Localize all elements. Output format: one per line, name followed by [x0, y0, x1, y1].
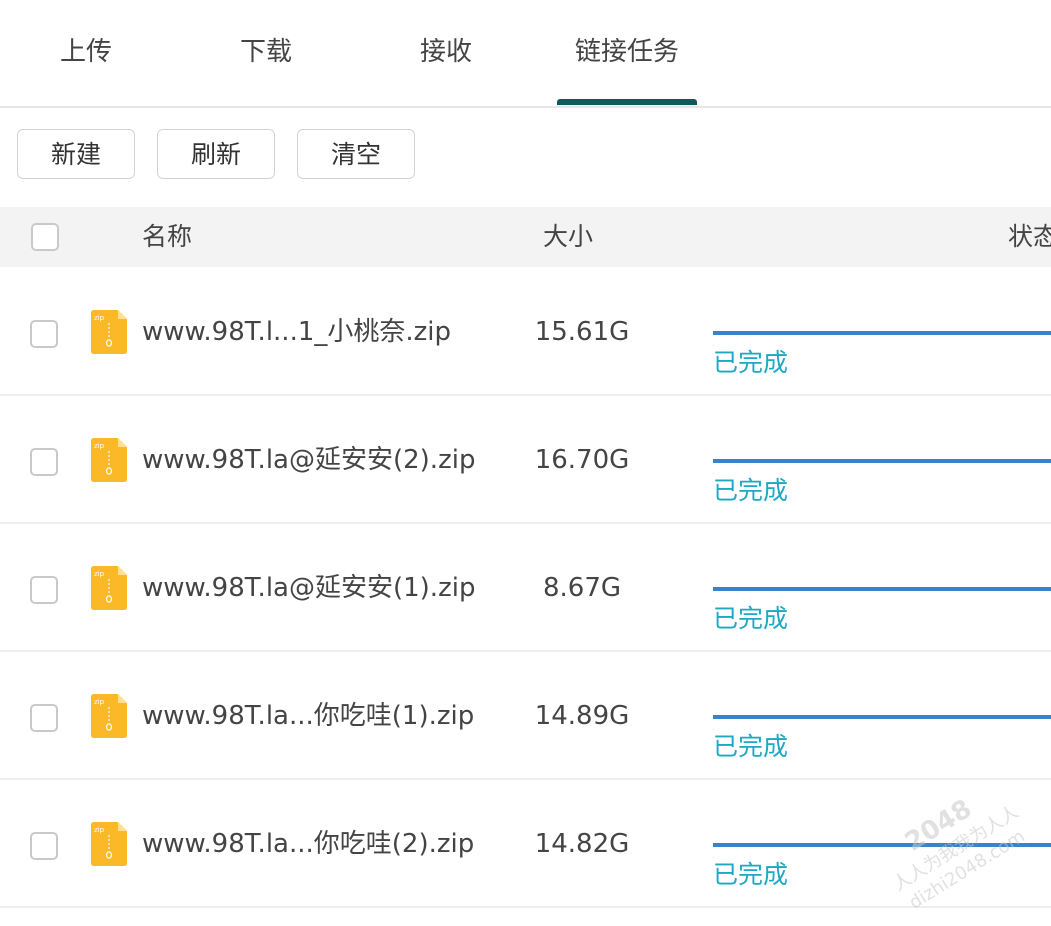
svg-text:zip: zip [94, 314, 105, 322]
status-text: 已完成 [713, 860, 789, 889]
file-name[interactable]: www.98T.la...你吃哇(2).zip [142, 824, 474, 864]
row-checkbox[interactable] [30, 832, 58, 860]
tab-upload[interactable]: 上传 [60, 30, 112, 75]
status-text: 已完成 [713, 732, 789, 761]
progress-bar [713, 331, 1051, 335]
status-text: 已完成 [713, 476, 789, 505]
tab-download[interactable]: 下载 [240, 30, 292, 75]
tab-link-tasks[interactable]: 链接任务 [575, 30, 679, 75]
file-size: 14.89G [534, 701, 630, 731]
progress-fill [713, 715, 1051, 719]
progress-fill [713, 331, 1051, 335]
progress-fill [713, 587, 1051, 591]
file-size: 14.82G [534, 829, 630, 859]
zip-file-icon: zip [91, 822, 127, 866]
active-tab-indicator [557, 99, 697, 105]
tab-bar: 上传 下载 接收 链接任务 [0, 0, 1051, 108]
select-all-checkbox[interactable] [31, 223, 59, 251]
new-button[interactable]: 新建 [17, 129, 135, 179]
progress-fill [713, 843, 1051, 847]
zip-file-icon: zip [91, 310, 127, 354]
file-size: 15.61G [534, 317, 630, 347]
table-header: 名称 大小 状态 [0, 207, 1051, 267]
file-name[interactable]: www.98T.la@延安安(2).zip [142, 440, 475, 480]
svg-text:zip: zip [94, 698, 105, 706]
progress-bar [713, 459, 1051, 463]
clear-button[interactable]: 清空 [297, 129, 415, 179]
tab-receive[interactable]: 接收 [420, 30, 472, 75]
svg-text:zip: zip [94, 570, 105, 578]
table-row[interactable]: zip www.98T.l...1_小桃奈.zip 15.61G 已完成 [0, 268, 1051, 396]
status-text: 已完成 [713, 348, 789, 377]
progress-bar [713, 587, 1051, 591]
column-header-size[interactable]: 大小 [543, 207, 593, 267]
row-checkbox[interactable] [30, 448, 58, 476]
table-row[interactable]: zip www.98T.la@延安安(1).zip 8.67G 已完成 [0, 524, 1051, 652]
table-row[interactable]: zip www.98T.la...你吃哇(1).zip 14.89G 已完成 [0, 652, 1051, 780]
column-header-name[interactable]: 名称 [142, 207, 192, 267]
file-name[interactable]: www.98T.l...1_小桃奈.zip [142, 312, 451, 352]
file-name[interactable]: www.98T.la...你吃哇(1).zip [142, 696, 474, 736]
refresh-button[interactable]: 刷新 [157, 129, 275, 179]
zip-file-icon: zip [91, 566, 127, 610]
table-row[interactable]: zip www.98T.la...你吃哇(2).zip 14.82G 已完成 [0, 780, 1051, 908]
column-header-status[interactable]: 状态 [1008, 207, 1051, 267]
row-checkbox[interactable] [30, 704, 58, 732]
progress-bar [713, 843, 1051, 847]
file-name[interactable]: www.98T.la@延安安(1).zip [142, 568, 475, 608]
zip-file-icon: zip [91, 694, 127, 738]
progress-bar [713, 715, 1051, 719]
svg-text:zip: zip [94, 826, 105, 834]
file-size: 8.67G [542, 573, 622, 603]
link-tasks-page: 上传 下载 接收 链接任务 新建 刷新 清空 名称 大小 状态 zip www.… [0, 0, 1051, 926]
progress-fill [713, 459, 1051, 463]
row-checkbox[interactable] [30, 320, 58, 348]
zip-file-icon: zip [91, 438, 127, 482]
svg-text:zip: zip [94, 442, 105, 450]
status-text: 已完成 [713, 604, 789, 633]
file-size: 16.70G [534, 445, 630, 475]
table-row[interactable]: zip www.98T.la@延安安(2).zip 16.70G 已完成 [0, 396, 1051, 524]
row-checkbox[interactable] [30, 576, 58, 604]
